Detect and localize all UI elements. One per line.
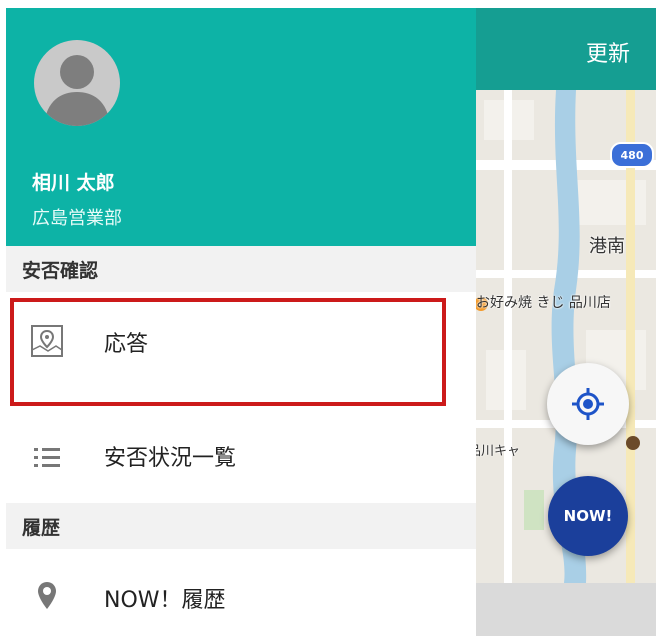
section-title: 安否確認 <box>22 260 99 282</box>
refresh-button[interactable]: 更新 <box>586 36 630 68</box>
route-480-badge: 480 <box>610 142 654 168</box>
navigation-drawer: 相川 太郎 広島営業部 安否確認 応答 安否状況一覧 履歴 NOW！履歴 <box>6 8 476 636</box>
my-location-button[interactable] <box>547 363 629 445</box>
avatar[interactable] <box>34 40 120 126</box>
menu-item-status-list[interactable]: 安否状況一覧 <box>6 408 476 503</box>
map-panel[interactable]: 更新 480 港南 お好み焼 きじ 品川店 品川キャ <box>476 8 656 636</box>
section-title: 履歴 <box>22 517 61 539</box>
location-pin-icon <box>38 582 56 609</box>
shop-pin-icon[interactable] <box>626 436 640 450</box>
crosshair-icon <box>572 388 604 420</box>
map-label-konan: 港南 <box>589 236 625 257</box>
user-name: 相川 太郎 <box>32 172 115 194</box>
map-label-shinagawa: 品川キャ <box>476 444 521 459</box>
section-history: 履歴 <box>6 503 476 549</box>
drawer-header: 相川 太郎 広島営業部 <box>6 8 476 246</box>
menu-label: 応答 <box>104 332 149 357</box>
map-bottom-bar <box>476 583 656 636</box>
map-pin-box-icon <box>31 325 63 357</box>
menu-item-respond[interactable]: 応答 <box>6 298 476 408</box>
menu-label: NOW！履歴 <box>104 588 226 613</box>
app-bar: 更新 <box>476 8 656 90</box>
map-label-restaurant: お好み焼 きじ 品川店 <box>476 295 611 311</box>
user-silhouette-icon <box>44 55 110 126</box>
menu-item-now-history[interactable]: NOW！履歴 <box>6 549 476 636</box>
now-button[interactable]: NOW! <box>548 476 628 556</box>
menu-label: 安否状況一覧 <box>104 446 237 471</box>
section-safety-confirmation: 安否確認 <box>6 246 476 292</box>
user-department: 広島営業部 <box>32 208 122 229</box>
list-icon <box>34 448 60 467</box>
